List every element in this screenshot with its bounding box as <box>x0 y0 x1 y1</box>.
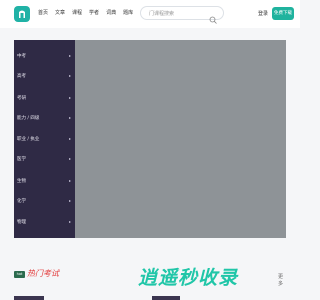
logo-icon <box>19 10 25 18</box>
chevron-right-icon: ▸ <box>68 178 71 183</box>
nav-home[interactable]: 首页 <box>38 9 48 16</box>
nav-question-bank[interactable]: 题库 <box>123 9 133 16</box>
download-button[interactable]: 免费下载 <box>272 7 294 20</box>
chevron-right-icon: ▸ <box>68 198 71 203</box>
sidebar-item-gaokao[interactable]: 高考 ▸ <box>14 73 75 83</box>
nav-scholars[interactable]: 学者 <box>89 9 99 16</box>
hot-badge: hot <box>14 271 25 278</box>
chevron-right-icon: ▸ <box>68 53 71 58</box>
sidebar-item-chemistry[interactable]: 化学 ▸ <box>14 198 75 208</box>
chevron-right-icon: ▸ <box>68 136 71 141</box>
search-icon[interactable] <box>209 9 217 28</box>
sidebar-item-label: 医学 <box>17 157 26 162</box>
section-title: 热门考试 <box>27 269 59 278</box>
login-link[interactable]: 登录 <box>258 10 268 17</box>
watermark-banner: 逍遥秒收录 <box>138 267 239 289</box>
hot-exams-section: hot 热门考试 逍遥秒收录 更多 <box>14 262 286 289</box>
search-input[interactable]: 门课程搜索 <box>140 6 224 24</box>
card-thumbnail[interactable] <box>14 296 44 300</box>
nav-articles[interactable]: 文章 <box>55 9 65 16</box>
top-nav-bar: 首页 文章 课程 学者 词典 题库 门课程搜索 登录 免费下载 <box>0 0 300 28</box>
card-thumbnail[interactable] <box>152 296 180 300</box>
sidebar-item-biology[interactable]: 生物 ▸ <box>14 178 75 188</box>
sidebar-item-label: 职业 / 执业 <box>17 137 40 142</box>
search-placeholder: 门课程搜索 <box>149 11 175 17</box>
chevron-right-icon: ▸ <box>68 115 71 120</box>
sidebar-item-medicine[interactable]: 医学 ▸ <box>14 156 75 166</box>
category-sidebar: 中考 ▸ 高考 ▸ 考研 ▸ 能力 / 四级 ▸ 职业 / 执业 ▸ 医学 ▸ … <box>14 40 75 238</box>
site-logo[interactable] <box>14 6 30 22</box>
sidebar-item-physics[interactable]: 物理 ▸ <box>14 219 75 229</box>
sidebar-item-label: 生物 <box>17 179 26 184</box>
chevron-right-icon: ▸ <box>68 156 71 161</box>
chevron-right-icon: ▸ <box>68 219 71 224</box>
sidebar-item-label: 能力 / 四级 <box>17 116 40 121</box>
sidebar-item-zhongkao[interactable]: 中考 ▸ <box>14 53 75 63</box>
more-link[interactable]: 更多 <box>278 273 286 287</box>
chevron-right-icon: ▸ <box>68 95 71 100</box>
sidebar-item-ability[interactable]: 能力 / 四级 ▸ <box>14 115 75 125</box>
main-nav: 首页 文章 课程 学者 词典 题库 <box>38 9 133 16</box>
sidebar-item-label: 考研 <box>17 96 26 101</box>
sidebar-item-label: 化学 <box>17 199 26 204</box>
sidebar-item-label: 高考 <box>17 74 26 79</box>
nav-courses[interactable]: 课程 <box>72 9 82 16</box>
sidebar-item-label: 中考 <box>17 54 26 59</box>
sidebar-item-career[interactable]: 职业 / 执业 ▸ <box>14 136 75 146</box>
sidebar-item-label: 物理 <box>17 220 26 225</box>
sidebar-item-kaoyan[interactable]: 考研 ▸ <box>14 95 75 105</box>
chevron-right-icon: ▸ <box>68 73 71 78</box>
nav-dictionary[interactable]: 词典 <box>106 9 116 16</box>
